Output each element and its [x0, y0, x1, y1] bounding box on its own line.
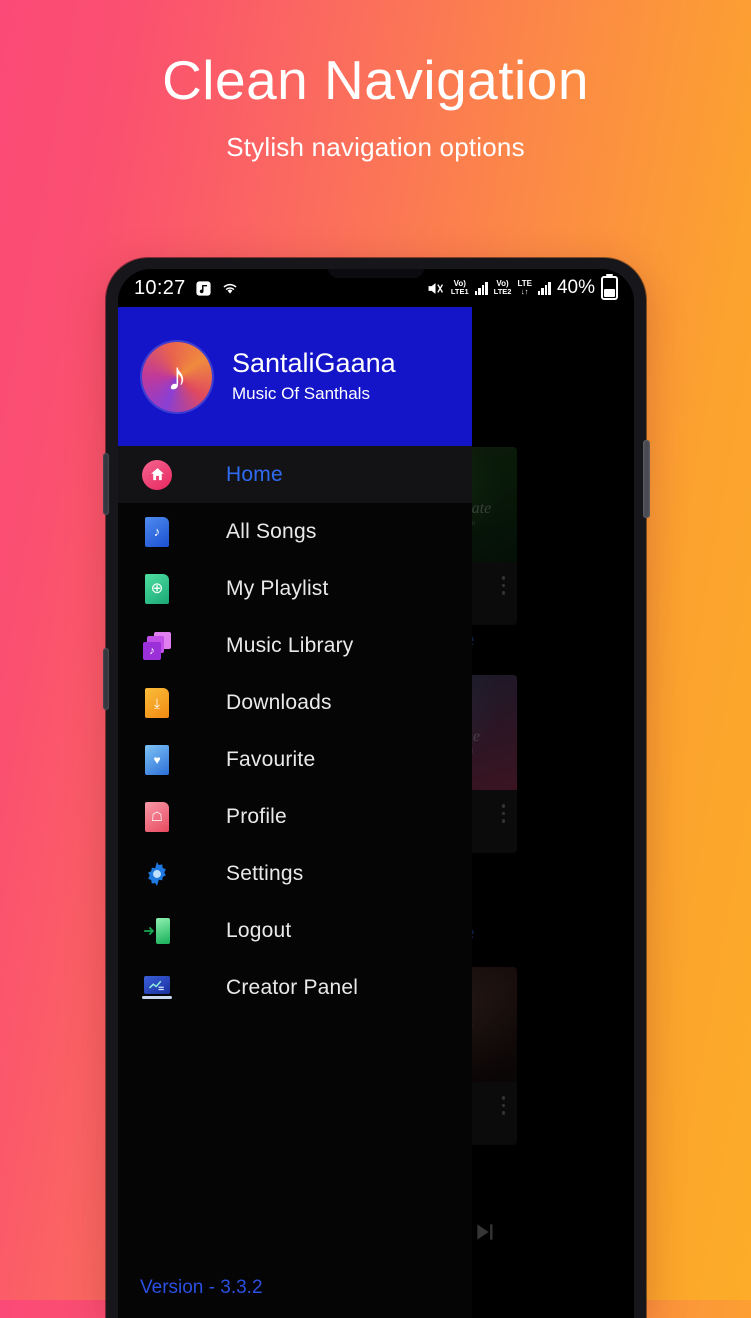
phone-screen: 10:27 Vo) LTE1 Vo) LTE2 — [118, 269, 634, 1318]
favourite-icon: ♥ — [140, 743, 174, 777]
profile-icon: ☖ — [140, 800, 174, 834]
promo-title: Clean Navigation — [0, 52, 751, 110]
sidebar-item-label: Settings — [226, 862, 303, 886]
sidebar-item-logout[interactable]: Logout — [118, 902, 472, 959]
network-type-icon: LTE ↓↑ — [517, 280, 532, 296]
status-time: 10:27 — [134, 277, 186, 300]
sidebar-item-music-library[interactable]: ♪ Music Library — [118, 617, 472, 674]
sidebar-item-creator-panel[interactable]: Creator Panel — [118, 959, 472, 1016]
app-name: SantaliGaana — [232, 349, 396, 379]
app-version: Version - 3.3.2 — [140, 1277, 263, 1299]
music-note-icon — [195, 280, 212, 297]
sim1-volte-icon: Vo) LTE1 — [451, 280, 469, 296]
drawer-header: ♪ SantaliGaana Music Of Santhals — [118, 307, 472, 446]
sidebar-item-settings[interactable]: Settings — [118, 845, 472, 902]
home-icon — [140, 458, 174, 492]
sim2-volte-icon: Vo) LTE2 — [494, 280, 512, 296]
wifi-icon — [221, 281, 239, 295]
sidebar-item-label: Creator Panel — [226, 976, 358, 1000]
sidebar-item-label: My Playlist — [226, 577, 329, 601]
sidebar-item-favourite[interactable]: ♥ Favourite — [118, 731, 472, 788]
sim1-signal-icon — [475, 282, 488, 295]
sidebar-item-home[interactable]: Home — [118, 446, 472, 503]
sidebar-item-label: Favourite — [226, 748, 315, 772]
power-button[interactable] — [643, 440, 650, 518]
music-library-icon: ♪ — [140, 629, 174, 663]
sidebar-item-label: Logout — [226, 919, 291, 943]
sidebar-item-label: Music Library — [226, 634, 353, 658]
battery-icon — [601, 276, 618, 300]
logout-icon — [140, 914, 174, 948]
volume-down-button[interactable] — [103, 648, 109, 710]
phone-notch — [328, 269, 424, 278]
app-tagline: Music Of Santhals — [232, 385, 396, 404]
mute-icon — [426, 280, 445, 297]
phone-mockup: 10:27 Vo) LTE1 Vo) LTE2 — [106, 258, 646, 1318]
sidebar-item-label: All Songs — [226, 520, 317, 544]
creator-panel-icon — [140, 971, 174, 1005]
promo-subtitle: Stylish navigation options — [0, 132, 751, 163]
sidebar-item-all-songs[interactable]: ♪ All Songs — [118, 503, 472, 560]
all-songs-icon: ♪ — [140, 515, 174, 549]
sidebar-item-label: Profile — [226, 805, 287, 829]
downloads-icon: ⤓ — [140, 686, 174, 720]
sidebar-item-label: Downloads — [226, 691, 332, 715]
my-playlist-icon: ⊕ — [140, 572, 174, 606]
battery-percent: 40% — [557, 277, 595, 299]
promo-banner: Clean Navigation Stylish navigation opti… — [0, 52, 751, 163]
sidebar-item-my-playlist[interactable]: ⊕ My Playlist — [118, 560, 472, 617]
sidebar-item-label: Home — [226, 463, 283, 487]
navigation-drawer: ♪ SantaliGaana Music Of Santhals Home ♪ — [118, 307, 472, 1318]
settings-gear-icon — [140, 857, 174, 891]
volume-up-button[interactable] — [103, 453, 109, 515]
drawer-menu: Home ♪ All Songs ⊕ My Playlist — [118, 446, 472, 1016]
sidebar-item-profile[interactable]: ☖ Profile — [118, 788, 472, 845]
sidebar-item-downloads[interactable]: ⤓ Downloads — [118, 674, 472, 731]
sim2-signal-icon — [538, 282, 551, 295]
music-note-logo-icon: ♪ — [142, 342, 212, 412]
